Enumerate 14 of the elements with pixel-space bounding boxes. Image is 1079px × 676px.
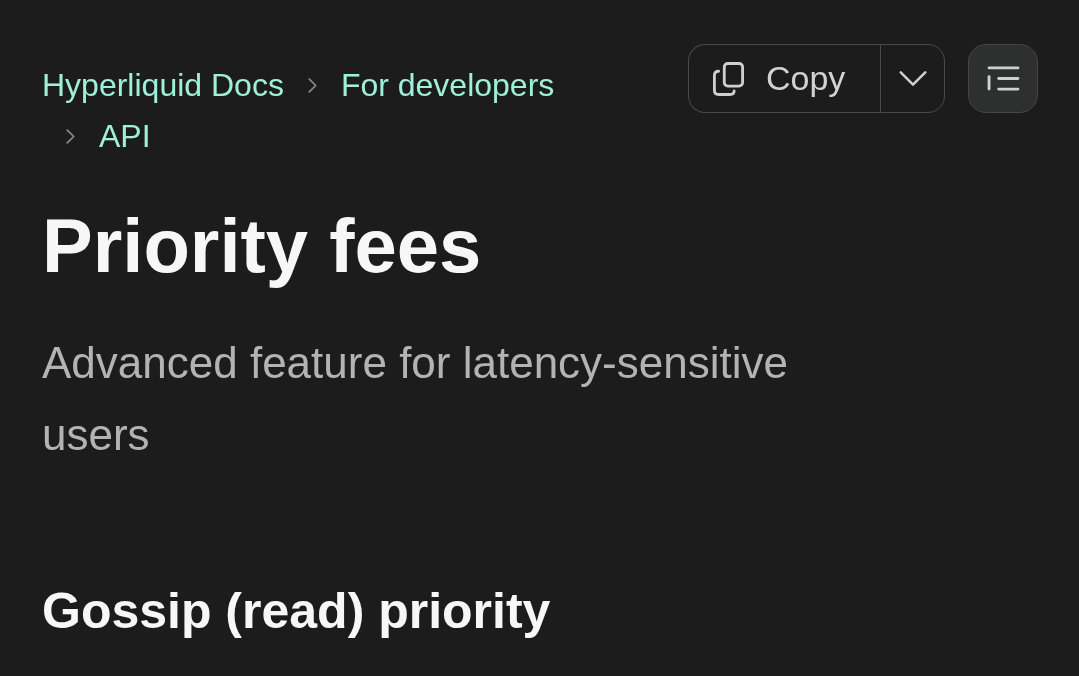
breadcrumb-link[interactable]: For developers <box>340 60 555 111</box>
dropdown-button[interactable] <box>880 44 945 113</box>
copy-button[interactable]: Copy <box>688 44 880 113</box>
page-subtitle: Advanced feature for latency-sensitive users <box>42 336 789 461</box>
section-heading: Gossip (read) priority <box>42 581 551 641</box>
breadcrumb-link[interactable]: API <box>99 111 151 162</box>
outline-menu-button[interactable] <box>968 44 1038 113</box>
chevron-right-icon <box>307 78 317 93</box>
breadcrumb-link[interactable]: Hyperliquid Docs <box>42 60 284 111</box>
chevron-down-icon <box>898 71 927 86</box>
page-title: Priority fees <box>42 204 482 288</box>
chevron-right-icon <box>66 129 75 144</box>
list-icon <box>986 65 1020 92</box>
copy-icon <box>713 61 744 96</box>
